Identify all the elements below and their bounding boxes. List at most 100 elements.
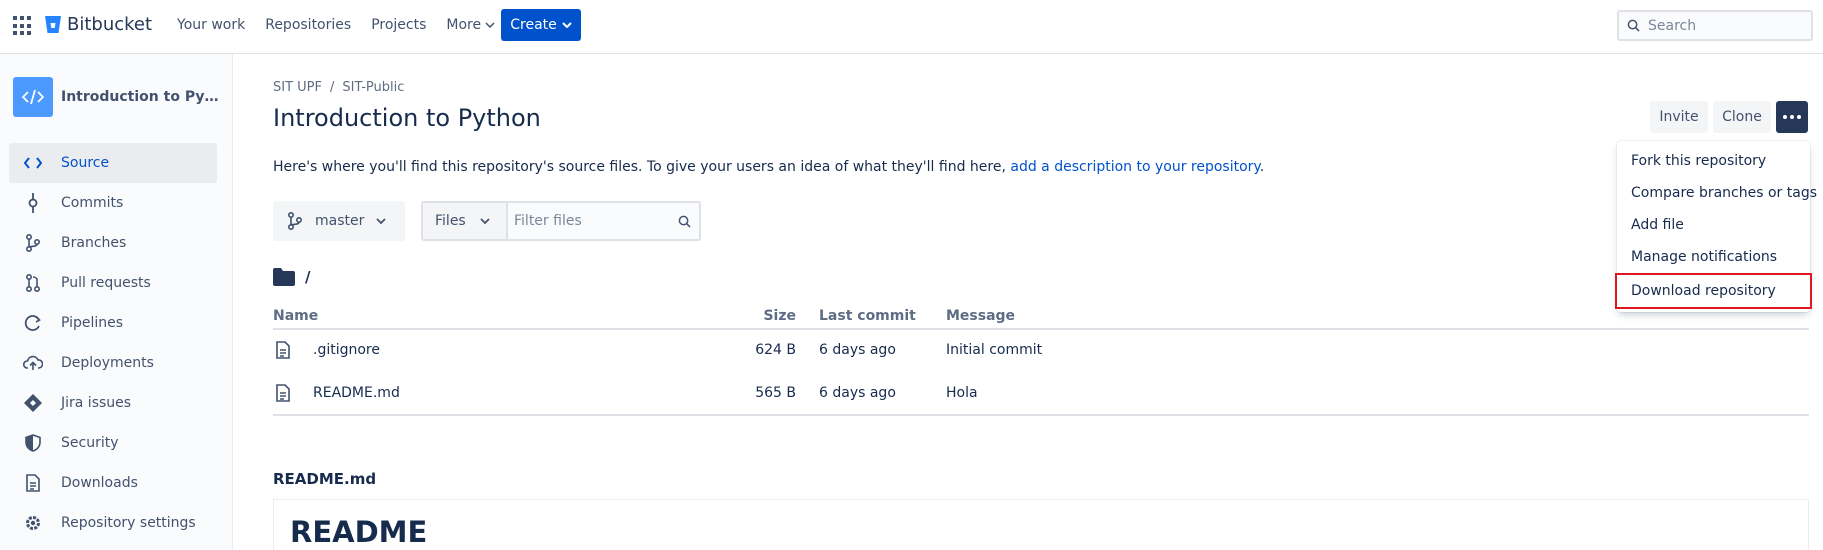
- file-size: 624 B: [755, 342, 796, 358]
- folder-icon: [273, 268, 295, 286]
- file-commit-message: Hola: [946, 385, 978, 401]
- shield-icon: [23, 433, 43, 453]
- clone-button[interactable]: Clone: [1713, 101, 1771, 133]
- repo-name: Introduction to Pyth...: [61, 89, 221, 105]
- sidebar-item-pull-requests[interactable]: Pull requests: [9, 263, 217, 303]
- pipeline-icon: [23, 313, 43, 333]
- repo-description: Here's where you'll find this repository…: [273, 159, 1264, 175]
- sidebar-item-repository-settings[interactable]: Repository settings: [9, 503, 217, 543]
- path-root[interactable]: /: [305, 268, 310, 286]
- description-text: Here's where you'll find this repository…: [273, 159, 1011, 175]
- chevron-down-icon: [480, 218, 490, 224]
- filter-files-input[interactable]: [514, 213, 674, 229]
- gear-icon: [23, 513, 43, 533]
- repo-avatar: [13, 77, 53, 117]
- branch-icon: [288, 212, 303, 230]
- sidebar-item-label: Deployments: [61, 355, 154, 371]
- search-icon: [678, 215, 691, 228]
- repo-header[interactable]: Introduction to Pyth...: [13, 77, 221, 117]
- search-input[interactable]: [1648, 17, 1798, 34]
- add-description-link[interactable]: add a description to your repository: [1010, 159, 1259, 175]
- sidebar-nav: Source Commits Branches Pull requests Pi…: [9, 143, 217, 543]
- sidebar-item-downloads[interactable]: Downloads: [9, 463, 217, 503]
- document-icon: [23, 473, 43, 493]
- more-actions-button[interactable]: [1776, 101, 1808, 133]
- file-filter: Files: [421, 201, 701, 241]
- breadcrumb: SIT UPF / SIT-Public: [273, 80, 404, 95]
- table-row[interactable]: .gitignore 624 B 6 days ago Initial comm…: [273, 330, 1809, 373]
- file-last-commit: 6 days ago: [819, 342, 896, 358]
- readme-filename: README.md: [273, 470, 377, 488]
- sidebar-item-deployments[interactable]: Deployments: [9, 343, 217, 383]
- chevron-down-icon: [562, 22, 572, 28]
- header-name[interactable]: Name: [273, 308, 318, 324]
- sidebar-item-label: Downloads: [61, 475, 138, 491]
- nav-more-label: More: [446, 17, 482, 33]
- branch-selector[interactable]: master: [273, 201, 405, 241]
- breadcrumb-separator: /: [330, 80, 335, 95]
- more-dots-icon: [1783, 115, 1787, 119]
- search-icon: [1627, 19, 1640, 32]
- sidebar-item-label: Source: [61, 155, 110, 171]
- menu-download-repository[interactable]: Download repository: [1615, 273, 1812, 309]
- nav-projects[interactable]: Projects: [371, 17, 426, 33]
- file-name[interactable]: README.md: [313, 385, 400, 401]
- file-commit-message: Initial commit: [946, 342, 1043, 358]
- sidebar-item-source[interactable]: Source: [9, 143, 217, 183]
- file-size: 565 B: [755, 385, 796, 401]
- branch-name: master: [315, 213, 365, 229]
- file-icon: [276, 384, 290, 402]
- sidebar-item-label: Jira issues: [61, 395, 132, 411]
- menu-compare-branches[interactable]: Compare branches or tags: [1617, 177, 1817, 209]
- invite-button[interactable]: Invite: [1650, 101, 1708, 133]
- sidebar-item-pipelines[interactable]: Pipelines: [9, 303, 217, 343]
- bitbucket-logo[interactable]: Bitbucket: [44, 14, 152, 35]
- top-nav: Your work Repositories Projects More: [177, 17, 515, 33]
- nav-your-work[interactable]: Your work: [177, 17, 245, 33]
- breadcrumb-workspace[interactable]: SIT UPF: [273, 80, 322, 95]
- create-label: Create: [510, 17, 557, 33]
- header-size[interactable]: Size: [763, 308, 796, 324]
- sidebar-item-jira-issues[interactable]: Jira issues: [9, 383, 217, 423]
- sidebar-item-label: Branches: [61, 235, 127, 251]
- commit-icon: [23, 193, 43, 213]
- nav-repositories[interactable]: Repositories: [265, 17, 351, 33]
- table-row[interactable]: README.md 565 B 6 days ago Hola: [273, 373, 1809, 416]
- sidebar-item-label: Security: [61, 435, 119, 451]
- pull-request-icon: [23, 273, 43, 293]
- file-table: Name Size Last commit Message .gitignore…: [273, 304, 1809, 416]
- header-last-commit[interactable]: Last commit: [819, 308, 916, 324]
- file-name[interactable]: .gitignore: [313, 342, 380, 358]
- menu-manage-notifications[interactable]: Manage notifications: [1617, 241, 1810, 273]
- sidebar-item-label: Commits: [61, 195, 124, 211]
- sidebar-item-commits[interactable]: Commits: [9, 183, 217, 223]
- more-actions-menu: Fork this repository Compare branches or…: [1615, 141, 1817, 312]
- page-title: Introduction to Python: [273, 104, 541, 132]
- bitbucket-logo-icon: [45, 15, 61, 33]
- sidebar-item-branches[interactable]: Branches: [9, 223, 217, 263]
- cloud-upload-icon: [23, 353, 43, 373]
- description-suffix: .: [1259, 159, 1265, 175]
- brand-name: Bitbucket: [67, 14, 153, 35]
- menu-fork-repository[interactable]: Fork this repository: [1617, 145, 1810, 177]
- breadcrumb-project[interactable]: SIT-Public: [342, 80, 404, 95]
- search-box[interactable]: [1617, 10, 1813, 41]
- create-button[interactable]: Create: [501, 9, 581, 41]
- app-switcher-icon[interactable]: [13, 16, 33, 36]
- branch-icon: [23, 233, 43, 253]
- source-code-icon: [23, 153, 43, 173]
- nav-more[interactable]: More: [446, 17, 495, 33]
- sidebar: Introduction to Pyth... Source Commits B…: [0, 54, 233, 550]
- readme-heading: README: [290, 515, 428, 549]
- sidebar-item-label: Pipelines: [61, 315, 124, 331]
- readme-content: README: [273, 499, 1809, 550]
- header-message[interactable]: Message: [946, 308, 1015, 324]
- sidebar-item-security[interactable]: Security: [9, 423, 217, 463]
- table-header: Name Size Last commit Message: [273, 304, 1809, 330]
- file-type-select[interactable]: Files: [423, 203, 508, 239]
- code-icon: [22, 89, 44, 105]
- jira-icon: [23, 393, 43, 413]
- file-icon: [276, 341, 290, 359]
- menu-add-file[interactable]: Add file: [1617, 209, 1810, 241]
- chevron-down-icon: [376, 218, 387, 224]
